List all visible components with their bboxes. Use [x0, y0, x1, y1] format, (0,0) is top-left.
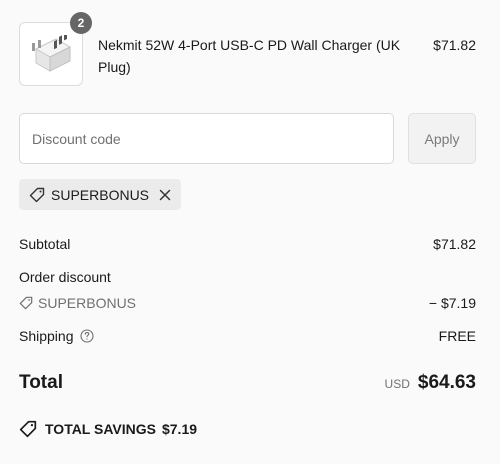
shipping-label: Shipping: [19, 328, 74, 344]
discount-code-row: SUPERBONUS − $7.19: [19, 293, 476, 313]
discount-code-label: SUPERBONUS: [19, 293, 136, 313]
tag-icon: [19, 296, 33, 310]
charger-image: [32, 35, 72, 72]
product-price: $71.82: [433, 37, 476, 53]
total-value: $64.63: [417, 372, 476, 393]
savings-label: TOTAL SAVINGS: [45, 421, 156, 437]
subtotal-row: Subtotal $71.82: [19, 234, 476, 254]
subtotal-label: Subtotal: [19, 236, 71, 252]
total-row: Total USD $64.63: [19, 372, 476, 394]
tag-icon: [29, 187, 45, 203]
subtotal-value: $71.82: [433, 236, 476, 252]
apply-button[interactable]: Apply: [408, 113, 476, 164]
product-name: Nekmit 52W 4-Port USB-C PD Wall Charger …: [98, 37, 401, 75]
close-icon[interactable]: [159, 189, 171, 201]
order-discount-row: Order discount: [19, 267, 476, 287]
order-discount-label: Order discount: [19, 269, 111, 285]
shipping-value: FREE: [438, 328, 476, 344]
tag-icon: [19, 420, 37, 438]
question-circle-icon[interactable]: [79, 329, 94, 343]
discount-code-name: SUPERBONUS: [38, 295, 137, 311]
total-savings: TOTAL SAVINGS $7.19: [19, 420, 197, 438]
savings-value: $7.19: [161, 421, 198, 437]
discount-code-input[interactable]: [19, 113, 394, 164]
discount-value: − $7.19: [428, 295, 476, 311]
currency-code: USD: [384, 377, 410, 391]
applied-discount-chip: SUPERBONUS: [19, 179, 182, 210]
quantity-badge: 2: [70, 12, 92, 34]
total-label: Total: [19, 372, 63, 393]
shipping-row: Shipping FREE: [19, 326, 476, 346]
applied-discount-code: SUPERBONUS: [51, 186, 150, 203]
line-item: 2 Nekmit 52W 4-Port USB-C PD Wall Charge…: [19, 12, 476, 88]
